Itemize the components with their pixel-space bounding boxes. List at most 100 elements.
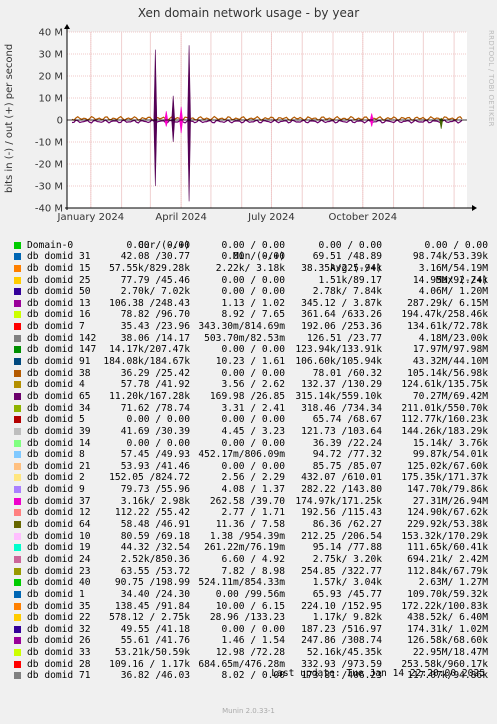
series-avg: 69.51 /48.89 — [312, 251, 382, 263]
series-cur: 578.12 / 2.75k — [109, 612, 190, 624]
series-name: db domid 9 — [27, 484, 85, 496]
y-tick-label: -20 M — [35, 160, 63, 171]
series-name: db domid 19 — [27, 542, 91, 554]
series-name: db domid 8 — [27, 449, 85, 461]
series-avg: 212.25 /206.54 — [301, 530, 382, 542]
series-min: 2.77 / 1.71 — [221, 507, 285, 519]
series-swatch — [14, 288, 21, 296]
series-max: 438.52k/ 6.40M — [407, 612, 488, 624]
series-cur: 57.45 /49.93 — [120, 449, 190, 461]
series-swatch — [14, 544, 21, 552]
series-max: 43.32M/44.10M — [412, 356, 488, 368]
series-min: 0.00 / 0.00 — [221, 437, 285, 449]
series-cur: 36.29 /25.42 — [120, 367, 190, 379]
series-min: 8.92 / 7.65 — [221, 309, 285, 321]
series-min: 0.00 / 0.00 — [221, 286, 285, 298]
series-max: 229.92k/53.38k — [407, 519, 488, 531]
series-min: 0.00 /99.56m — [215, 588, 285, 600]
series-name: db domid 21 — [27, 460, 91, 472]
series-min: 10.23 / 1.61 — [215, 356, 285, 368]
series-avg: 1.57k/ 3.04k — [312, 577, 382, 589]
series-avg: 95.14 /77.88 — [312, 542, 382, 554]
legend-row: db domid 12 112.22 /55.42 2.77 / 1.71 192.5… — [12, 507, 497, 519]
legend-row: db domid 35 138.45 /91.84 10.00 / 6.15 224.… — [12, 601, 497, 613]
series-avg: 1.51k/89.17 — [318, 274, 382, 286]
series-avg: 36.39 /22.24 — [312, 437, 382, 449]
series-name: db domid 22 — [27, 612, 91, 624]
series-swatch — [14, 323, 21, 331]
series-cur: 55.61 /41.76 — [120, 635, 190, 647]
series-max: 17.97M/97.98M — [412, 344, 488, 356]
series-avg: 94.72 /77.32 — [312, 449, 382, 461]
series-swatch — [14, 427, 21, 435]
series-min: 1.38 /954.39m — [209, 530, 285, 542]
series-min: 4.08 / 1.37 — [221, 484, 285, 496]
series-max: 70.27M/69.42M — [412, 390, 488, 402]
legend-row: db domid 10 80.59 /69.18 1.38 /954.39m 212.… — [12, 531, 497, 543]
legend-row: db domid 14 0.00 / 0.00 0.00 / 0.00 36.39 /… — [12, 438, 497, 450]
legend-row: db domid 64 58.48 /46.91 11.36 / 7.58 86.36… — [12, 519, 497, 531]
series-max: 15.14k/ 3.76k — [412, 437, 488, 449]
series-min: 343.30m/814.69m — [198, 321, 285, 333]
series-name: db domid 26 — [27, 635, 91, 647]
series-name: db domid 31 — [27, 251, 91, 263]
series-swatch — [14, 439, 21, 447]
series-name: db domid 147 — [27, 344, 97, 356]
series-swatch — [14, 311, 21, 319]
legend-row: db domid 16 78.82 /96.70 8.92 / 7.65 361.64… — [12, 309, 497, 321]
legend-row: db domid 26 55.61 /41.76 1.46 / 1.54 247.86… — [12, 635, 497, 647]
plot-area: 40 M30 M20 M10 M0-10 M-20 M-30 M-40 MJan… — [35, 24, 477, 223]
series-avg: 1.17k/ 9.82k — [312, 612, 382, 624]
series-min: 6.60 / 4.92 — [221, 553, 285, 565]
series-swatch — [14, 579, 21, 587]
y-axis-arrow — [64, 24, 70, 29]
series-cur: 138.45 /91.84 — [114, 600, 190, 612]
series-name: db domid 37 — [27, 495, 91, 507]
series-swatch — [14, 416, 21, 424]
series-min: 10.00 / 6.15 — [215, 600, 285, 612]
series-max: 134.61k/72.78k — [407, 321, 488, 333]
series-max: 105.14k/56.98k — [407, 367, 488, 379]
series-swatch — [14, 567, 21, 575]
series-swatch — [14, 637, 21, 645]
series-cur: 2.52k/850.36 — [120, 553, 190, 565]
series-cur: 77.79 /45.46 — [120, 274, 190, 286]
legend-row: db domid 24 2.52k/850.36 6.60 / 4.92 2.75k/… — [12, 554, 497, 566]
series-name: db domid 35 — [27, 600, 91, 612]
legend-row: db domid 25 77.79 /45.46 0.00 / 0.00 1.51k/… — [12, 275, 497, 287]
series-min: 0.00 / 0.00 — [221, 251, 285, 263]
series-swatch — [14, 509, 21, 517]
series-swatch — [14, 649, 21, 657]
series-cur: 14.17k/207.47k — [109, 344, 190, 356]
series-cur: 184.08k/184.67k — [103, 356, 190, 368]
series-name: db domid 24 — [27, 553, 91, 565]
series-max: 147.70k/79.86k — [407, 484, 488, 496]
series-max: 153.32k/170.29k — [401, 530, 488, 542]
series-name: db domid 16 — [27, 309, 91, 321]
series-max: 172.22k/100.83k — [401, 600, 488, 612]
series-min: 0.00 / 0.00 — [221, 367, 285, 379]
legend-header: Cur (-/+) Min (-/+) Avg (-/+) Max (-/+) — [12, 228, 497, 286]
series-swatch — [14, 253, 21, 261]
series-swatch — [14, 497, 21, 505]
series-swatch — [14, 590, 21, 598]
legend-row: Domain-0 0.00 / 0.00 0.00 / 0.00 0.00 / 0.0… — [12, 240, 497, 252]
legend-row: db domid 34 71.62 /78.74 3.31 / 2.41 318.46… — [12, 403, 497, 415]
series-cur: 0.00 / 0.00 — [126, 239, 190, 251]
series-name: db domid 12 — [27, 507, 91, 519]
series-min: 7.82 / 8.98 — [221, 565, 285, 577]
series-max: 126.58k/68.60k — [407, 635, 488, 647]
series-cur: 78.82 /96.70 — [120, 309, 190, 321]
series-cur: 71.62 /78.74 — [120, 402, 190, 414]
series-cur: 80.59 /69.18 — [120, 530, 190, 542]
series-cur: 152.05 /824.72 — [109, 472, 190, 484]
series-name: db domid 33 — [27, 647, 91, 659]
series-avg: 38.35k/225.94k — [301, 262, 382, 274]
series-max: 4.18M/23.00k — [418, 332, 488, 344]
series-max: 124.90k/67.62k — [407, 507, 488, 519]
series-max: 125.02k/67.60k — [407, 460, 488, 472]
series-max: 3.16M/54.19M — [418, 262, 488, 274]
series-min: 4.45 / 3.23 — [221, 425, 285, 437]
series-min: 3.31 / 2.41 — [221, 402, 285, 414]
legend-row: db domid 5 0.00 / 0.00 0.00 / 0.00 65.74 /6… — [12, 414, 497, 426]
